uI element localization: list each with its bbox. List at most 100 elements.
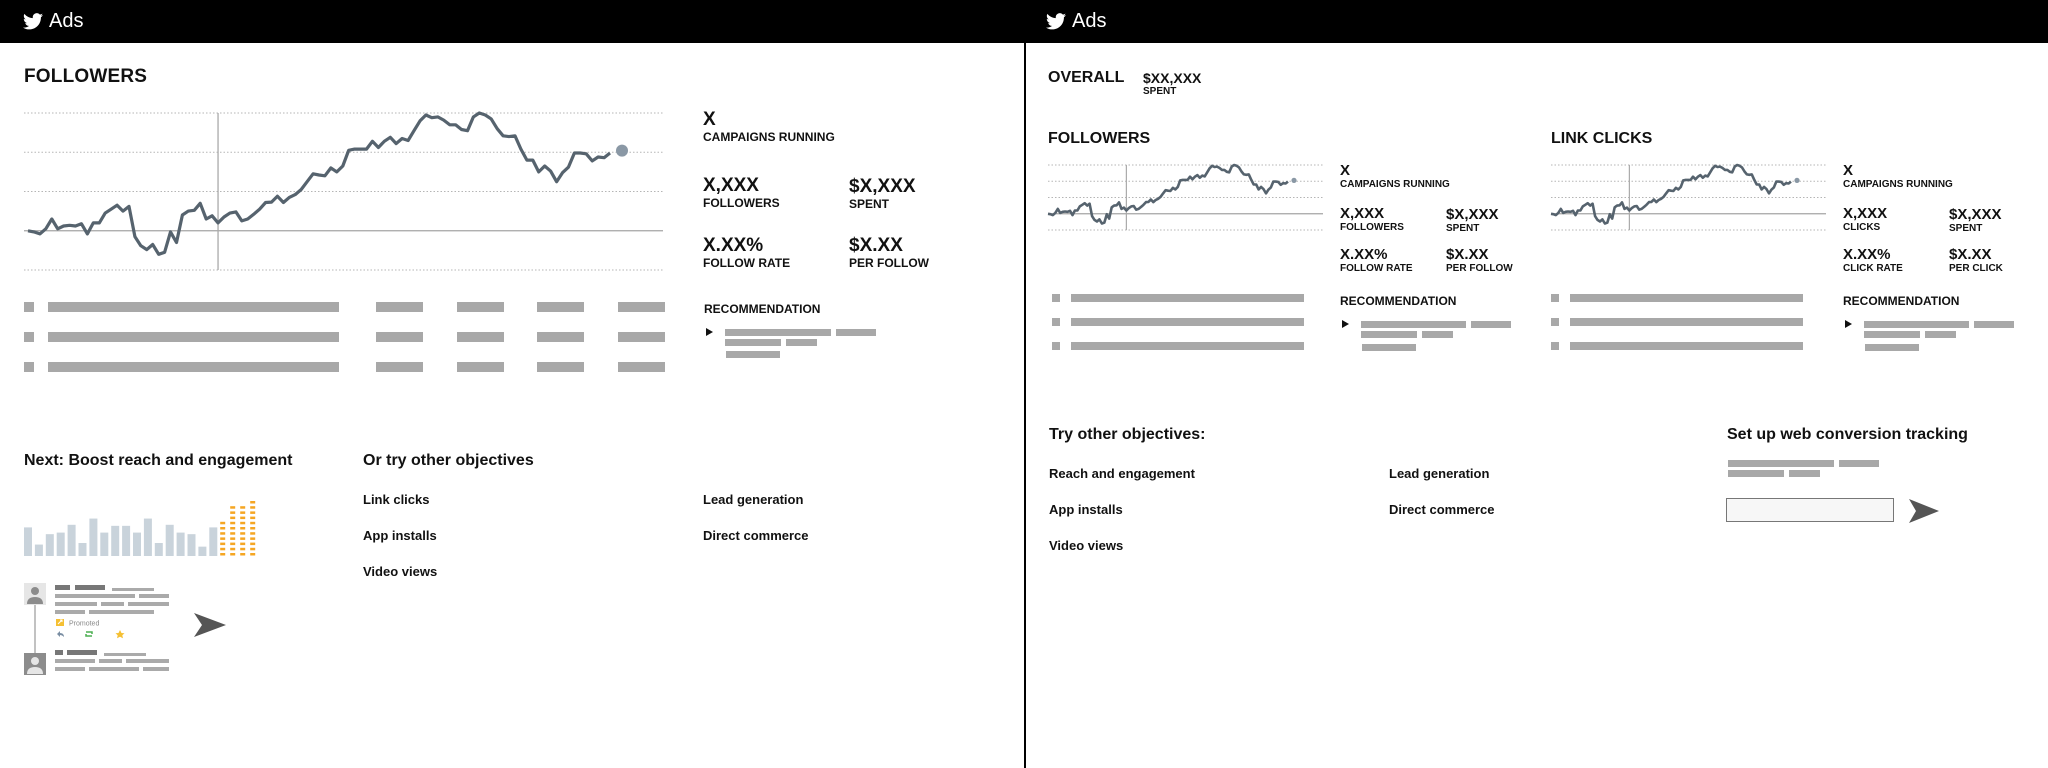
orange-bar-segment <box>240 506 246 509</box>
row-checkbox[interactable] <box>1551 318 1559 326</box>
play-icon[interactable] <box>706 328 713 336</box>
promoted-label: Promoted <box>69 621 99 628</box>
text-placeholder <box>1839 460 1879 467</box>
cell-placeholder <box>618 332 665 342</box>
objective-link-clicks[interactable]: Link clicks <box>363 492 429 507</box>
campaigns-value: X <box>1843 162 1854 179</box>
text-placeholder <box>1925 331 1956 338</box>
row-checkbox[interactable] <box>1052 342 1060 350</box>
orange-bar-segment <box>250 511 256 514</box>
objective-reach-engagement[interactable]: Reach and engagement <box>1049 466 1195 481</box>
objective-video-views[interactable]: Video views <box>1049 538 1123 553</box>
follow-rate-label: FOLLOW RATE <box>1340 263 1413 274</box>
follow-rate-value: X.XX% <box>1340 246 1388 263</box>
reply-icon[interactable] <box>57 631 64 637</box>
follow-rate-value: X.XX% <box>703 235 764 256</box>
row-checkbox[interactable] <box>1551 294 1559 302</box>
clicks-value: X,XXX <box>1843 205 1888 222</box>
link-clicks-mini-chart <box>1550 163 1826 231</box>
per-follow-label: PER FOLLOW <box>849 256 929 270</box>
cell-placeholder <box>457 302 504 312</box>
orange-bar-segment <box>230 527 236 530</box>
spent-value: $X,XXX <box>1446 206 1499 223</box>
cell-placeholder <box>48 332 339 342</box>
objective-app-installs[interactable]: App installs <box>1049 502 1123 517</box>
objective-lead-generation[interactable]: Lead generation <box>1389 466 1489 481</box>
orange-bar-segment <box>250 547 256 551</box>
row-checkbox[interactable] <box>1551 342 1559 350</box>
row-checkbox[interactable] <box>24 332 34 342</box>
twitter-bird-icon <box>23 13 43 30</box>
row-checkbox[interactable] <box>1052 318 1060 326</box>
spent-value: $X,XXX <box>1949 206 2002 223</box>
orange-bar-segment <box>240 521 246 525</box>
orange-bar-segment <box>230 537 236 540</box>
gray-bar <box>143 518 152 556</box>
orange-bar-segment <box>250 516 256 520</box>
next-title: Next: Boost reach and engagement <box>24 452 293 469</box>
followers-chart <box>24 111 663 271</box>
retweet-icon[interactable] <box>85 631 93 637</box>
current-point-marker <box>1291 177 1297 183</box>
per-click-label: PER CLICK <box>1949 263 2003 274</box>
next-arrow-icon[interactable] <box>193 612 227 638</box>
spent-label: SPENT <box>1949 223 1983 234</box>
followers-mini-chart <box>1047 163 1323 231</box>
objective-direct-commerce[interactable]: Direct commerce <box>703 528 809 543</box>
gray-bar <box>122 525 131 556</box>
followers-value: X,XXX <box>703 175 759 196</box>
orange-bar-segment <box>220 542 226 546</box>
text-placeholder <box>726 351 780 358</box>
play-icon[interactable] <box>1845 320 1852 328</box>
text-placeholder <box>836 329 876 336</box>
orange-bar-segment <box>220 547 226 551</box>
row-checkbox[interactable] <box>24 302 34 312</box>
orange-bar-segment <box>230 511 236 514</box>
overall-value: $XX,XXX <box>1143 70 1202 86</box>
per-click-value: $X.XX <box>1949 246 1992 263</box>
gray-bar <box>56 532 65 556</box>
brand-label[interactable]: Ads <box>49 10 83 33</box>
campaigns-value: X <box>1340 162 1351 179</box>
favorite-icon[interactable] <box>115 630 125 639</box>
row-placeholder <box>1071 318 1304 326</box>
engagement-bars-illustration <box>24 501 256 556</box>
series-line-followers <box>27 111 611 256</box>
orange-bar-segment <box>220 537 226 540</box>
cell-placeholder <box>537 302 584 312</box>
objective-video-views[interactable]: Video views <box>363 564 437 579</box>
cell-placeholder <box>48 362 339 372</box>
link-clicks-card-title: LINK CLICKS <box>1551 130 1653 147</box>
gray-bar <box>24 527 32 556</box>
text-placeholder <box>1361 331 1417 338</box>
text-placeholder <box>786 339 817 346</box>
submit-arrow-icon[interactable] <box>1908 498 1940 524</box>
objectives-title: Or try other objectives <box>363 452 534 469</box>
campaigns-label: CAMPAIGNS RUNNING <box>703 130 835 144</box>
gray-bar <box>209 527 218 556</box>
text-placeholder <box>1471 321 1511 328</box>
cell-placeholder <box>537 332 584 342</box>
orange-bar-segment <box>250 506 256 509</box>
cell-placeholder <box>618 362 665 372</box>
text-placeholder <box>1974 321 2014 328</box>
objective-direct-commerce[interactable]: Direct commerce <box>1389 502 1495 517</box>
followers-label: FOLLOWERS <box>703 196 780 210</box>
follow-rate-label: FOLLOW RATE <box>703 256 791 270</box>
followers-value: X,XXX <box>1340 205 1385 222</box>
clicks-label: CLICKS <box>1843 222 1881 233</box>
play-icon[interactable] <box>1342 320 1349 328</box>
orange-bar-segment <box>250 553 256 556</box>
series-line-followers <box>1047 163 1289 225</box>
row-placeholder <box>1570 318 1803 326</box>
row-placeholder <box>1570 342 1803 350</box>
orange-bar-segment <box>250 532 256 535</box>
objective-app-installs[interactable]: App installs <box>363 528 437 543</box>
orange-bar-segment <box>230 521 236 525</box>
conversion-url-input[interactable] <box>1726 498 1894 522</box>
objective-lead-generation[interactable]: Lead generation <box>703 492 803 507</box>
brand-label[interactable]: Ads <box>1072 10 1106 33</box>
orange-bar-segment <box>250 537 256 540</box>
row-checkbox[interactable] <box>1052 294 1060 302</box>
row-checkbox[interactable] <box>24 362 34 372</box>
